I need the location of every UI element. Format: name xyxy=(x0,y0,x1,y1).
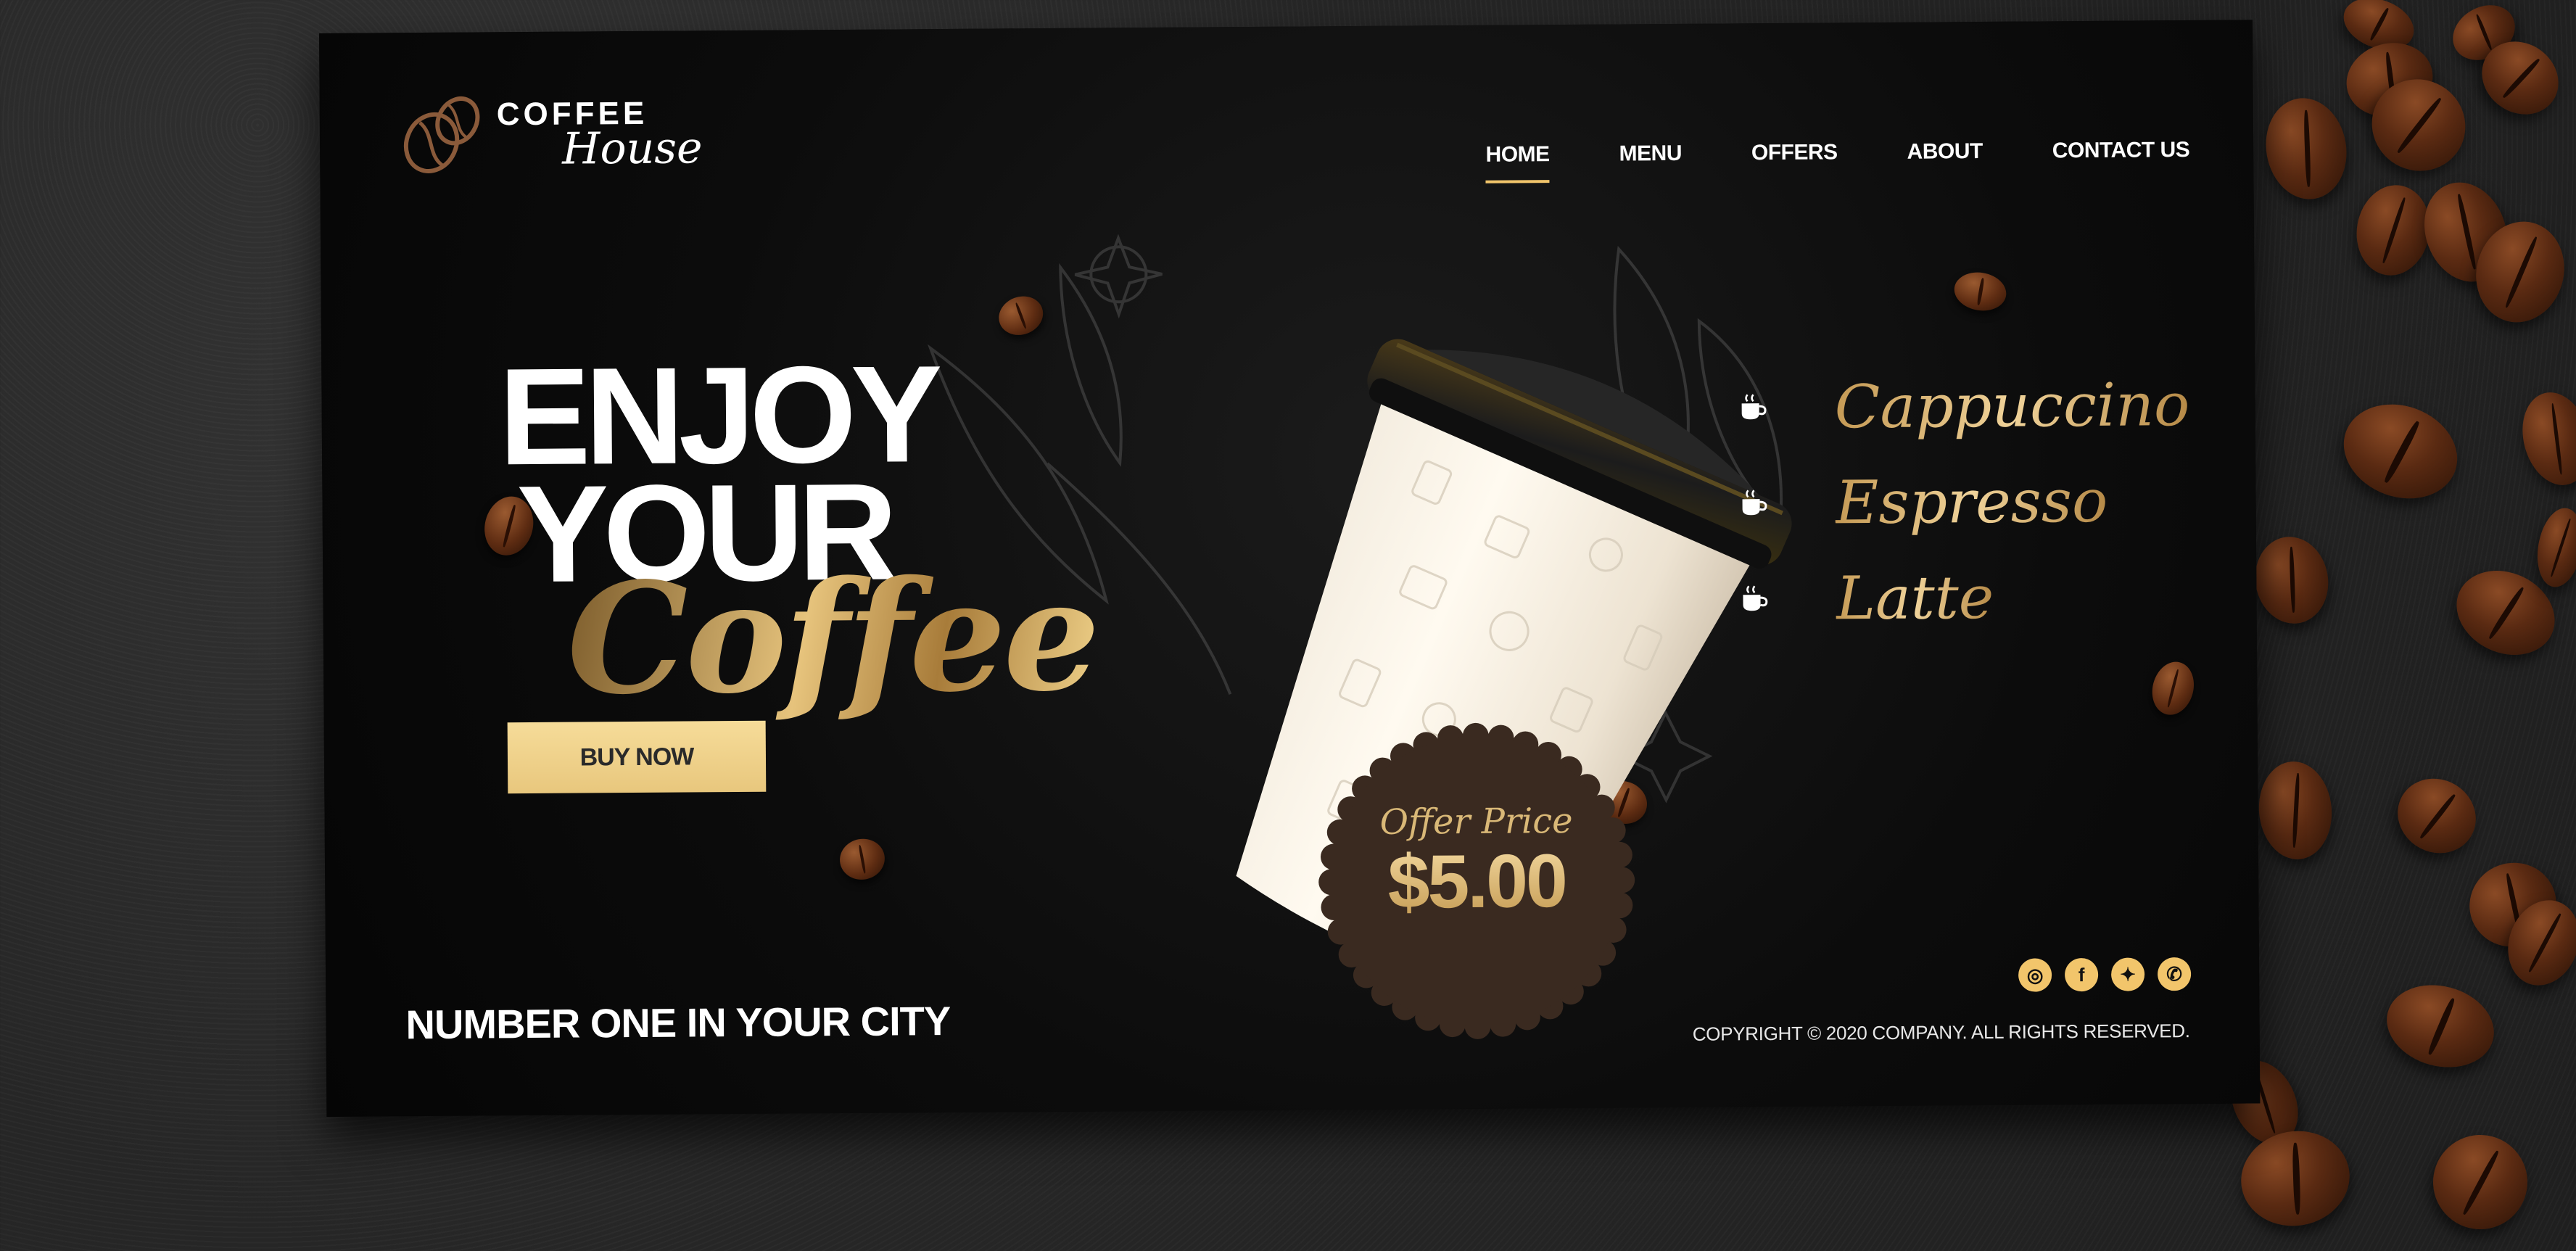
coffee-bean-decoration xyxy=(2146,657,2200,720)
menu-item-latte[interactable]: Latte xyxy=(1738,548,2192,647)
nav-offers[interactable]: OFFERS xyxy=(1751,140,1838,165)
nav-home[interactable]: HOME xyxy=(1485,142,1549,168)
offer-label: Offer Price xyxy=(1379,800,1573,843)
hero-heading-script: Coffee xyxy=(566,545,1098,729)
menu-item-cappuccino[interactable]: Cappuccino xyxy=(1737,357,2190,455)
brand-logo[interactable]: COFFEE House xyxy=(398,88,703,178)
facebook-icon[interactable]: f xyxy=(2064,957,2099,992)
menu-item-label: Espresso xyxy=(1835,466,2108,537)
tagline: NUMBER ONE IN YOUR CITY xyxy=(405,997,951,1048)
social-links: ◎ f ✦ ✆ xyxy=(2018,957,2192,992)
nav-about[interactable]: ABOUT xyxy=(1907,139,1982,165)
coffee-cup-icon xyxy=(1741,394,1767,420)
coffee-beans-icon xyxy=(403,96,480,173)
coffee-cup-icon xyxy=(1743,585,1768,611)
main-nav: HOME MENU OFFERS ABOUT CONTACT US xyxy=(1485,138,2189,168)
twitter-icon[interactable]: ✦ xyxy=(2110,957,2145,991)
coffee-bean-decoration xyxy=(1951,268,2010,315)
menu-item-label: Latte xyxy=(1836,563,1994,633)
menu-list: Cappuccino Espresso Latte xyxy=(1737,357,2191,647)
website-card: COFFEE House HOME MENU OFFERS ABOUT CONT… xyxy=(319,20,2261,1117)
offer-price: $5.00 xyxy=(1317,839,1637,925)
nav-menu[interactable]: MENU xyxy=(1619,141,1682,167)
brand-name-line2: House xyxy=(561,123,703,175)
coffee-bean-decoration xyxy=(836,835,888,883)
offer-price-block[interactable]: Offer Price $5.00 xyxy=(1316,800,1637,925)
coffee-cup-icon xyxy=(1742,490,1767,516)
whatsapp-icon[interactable]: ✆ xyxy=(2157,957,2192,991)
menu-item-espresso[interactable]: Espresso xyxy=(1738,453,2191,551)
menu-item-label: Cappuccino xyxy=(1834,370,2190,442)
nav-contact-us[interactable]: CONTACT US xyxy=(2052,138,2190,163)
instagram-icon[interactable]: ◎ xyxy=(2018,958,2052,992)
buy-now-button[interactable]: BUY NOW xyxy=(507,720,767,794)
copyright-text: COPYRIGHT © 2020 COMPANY. ALL RIGHTS RES… xyxy=(1692,1020,2190,1045)
